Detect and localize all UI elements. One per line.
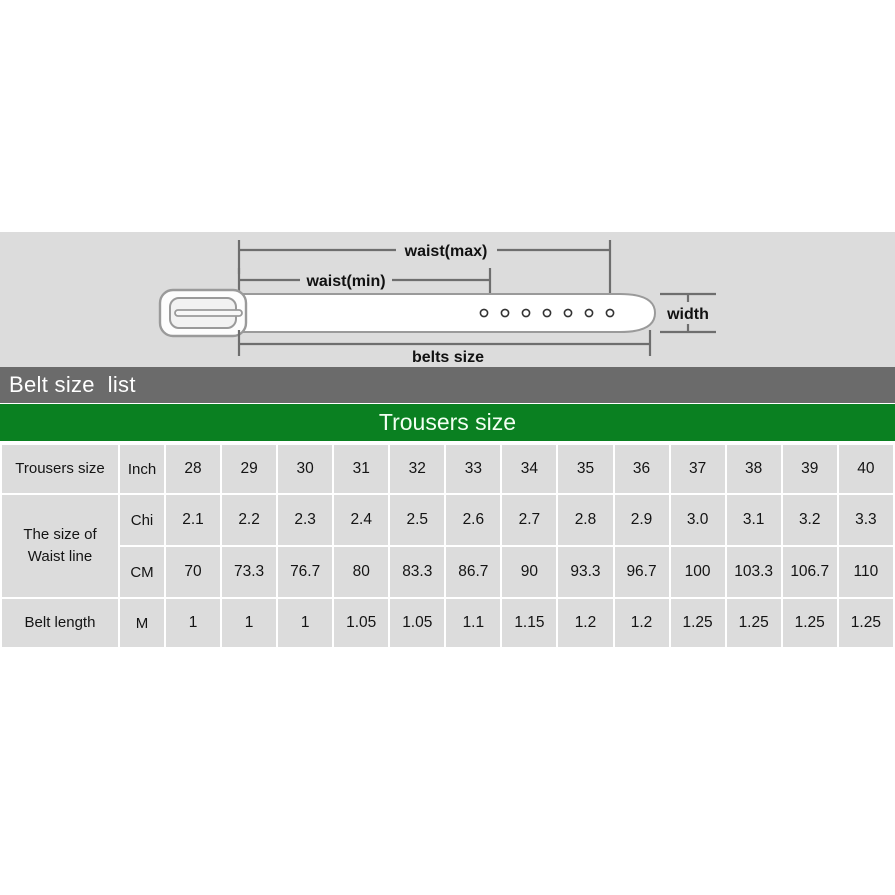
row-label-trousers-size: Trousers size <box>2 445 118 493</box>
belt-hole <box>563 308 573 318</box>
cell-belt-4: 1.05 <box>390 599 445 647</box>
cell-inch-0: 28 <box>166 445 221 493</box>
cell-cm-9: 100 <box>670 547 725 597</box>
table-row-belt-length: Belt length M 1 1 1 1.05 1.05 1.1 1.15 1… <box>2 599 893 647</box>
cell-belt-5: 1.1 <box>446 599 501 647</box>
width-label: width <box>666 306 709 323</box>
cell-cm-0: 70 <box>166 547 221 597</box>
cell-belt-8: 1.2 <box>614 599 669 647</box>
cell-cm-7: 93.3 <box>558 547 613 597</box>
belt-size-list-title: Belt size list <box>0 367 895 403</box>
cell-cm-2: 76.7 <box>278 547 333 597</box>
cell-cm-4: 83.3 <box>390 547 445 597</box>
cell-inch-1: 29 <box>222 445 277 493</box>
cell-chi-5: 2.6 <box>446 495 501 545</box>
cell-chi-8: 2.9 <box>614 495 669 545</box>
cell-chi-7: 2.8 <box>558 495 613 545</box>
cell-belt-1: 1 <box>222 599 277 647</box>
cell-belt-12: 1.25 <box>838 599 893 647</box>
cell-cm-5: 86.7 <box>446 547 501 597</box>
cell-inch-4: 32 <box>390 445 445 493</box>
belt-diagram-panel: waist(max) waist(min) width belts size <box>0 232 895 367</box>
cell-cm-8: 96.7 <box>614 547 669 597</box>
cell-chi-10: 3.1 <box>726 495 781 545</box>
buckle-prong <box>174 309 243 317</box>
cell-chi-0: 2.1 <box>166 495 221 545</box>
cell-belt-7: 1.2 <box>558 599 613 647</box>
unit-chi: Chi <box>120 495 164 545</box>
cell-inch-11: 39 <box>782 445 837 493</box>
row-label-waist-line-2: Waist line <box>27 548 93 565</box>
cell-cm-1: 73.3 <box>222 547 277 597</box>
row-label-waist-line-1: The size of <box>23 526 97 544</box>
belt-hole <box>542 308 552 318</box>
cell-inch-12: 40 <box>838 445 893 493</box>
unit-m: M <box>120 599 164 647</box>
cell-chi-1: 2.2 <box>222 495 277 545</box>
row-label-waist-line: The size of Waist line <box>2 495 118 597</box>
cell-belt-6: 1.15 <box>502 599 557 647</box>
cell-chi-3: 2.4 <box>334 495 389 545</box>
unit-inch: Inch <box>120 445 164 493</box>
cell-inch-8: 36 <box>614 445 669 493</box>
trousers-size-title: Trousers size <box>0 404 895 441</box>
cell-cm-11: 106.7 <box>782 547 837 597</box>
belt-hole <box>479 308 489 318</box>
belt-hole <box>605 308 615 318</box>
cell-inch-6: 34 <box>502 445 557 493</box>
size-chart-page: waist(max) waist(min) width belts size B… <box>0 0 895 895</box>
cell-chi-11: 3.2 <box>782 495 837 545</box>
belt-hole <box>521 308 531 318</box>
table-row-chi: The size of Waist line Chi 2.1 2.2 2.3 2… <box>2 495 893 597</box>
belt-hole <box>584 308 594 318</box>
cell-chi-2: 2.3 <box>278 495 333 545</box>
cell-inch-5: 33 <box>446 445 501 493</box>
belts-size-label: belts size <box>412 349 484 366</box>
cell-belt-9: 1.25 <box>670 599 725 647</box>
cell-inch-9: 37 <box>670 445 725 493</box>
cell-chi-12: 3.3 <box>838 495 893 545</box>
cell-belt-0: 1 <box>166 599 221 647</box>
cell-cm-12: 110 <box>838 547 893 597</box>
cell-belt-2: 1 <box>278 599 333 647</box>
cell-inch-10: 38 <box>726 445 781 493</box>
cell-chi-4: 2.5 <box>390 495 445 545</box>
waist-max-label: waist(max) <box>404 243 488 260</box>
belt-size-table: Trousers size Inch 28 29 30 31 32 33 34 … <box>0 443 895 649</box>
cell-inch-3: 31 <box>334 445 389 493</box>
cell-belt-11: 1.25 <box>782 599 837 647</box>
cell-cm-10: 103.3 <box>726 547 781 597</box>
cell-belt-10: 1.25 <box>726 599 781 647</box>
cell-cm-3: 80 <box>334 547 389 597</box>
cell-inch-7: 35 <box>558 445 613 493</box>
belt-diagram: waist(max) waist(min) width belts size <box>158 240 716 366</box>
cell-inch-2: 30 <box>278 445 333 493</box>
waist-min-label: waist(min) <box>305 273 385 290</box>
cell-belt-3: 1.05 <box>334 599 389 647</box>
cell-cm-6: 90 <box>502 547 557 597</box>
table-row-inch: Trousers size Inch 28 29 30 31 32 33 34 … <box>2 445 893 493</box>
table-row-cm: CM 70 73.3 76.7 80 83.3 86.7 90 93.3 96.… <box>2 547 893 597</box>
unit-cm: CM <box>120 547 164 597</box>
cell-chi-6: 2.7 <box>502 495 557 545</box>
row-label-belt-length: Belt length <box>2 599 118 647</box>
belt-hole <box>500 308 510 318</box>
cell-chi-9: 3.0 <box>670 495 725 545</box>
